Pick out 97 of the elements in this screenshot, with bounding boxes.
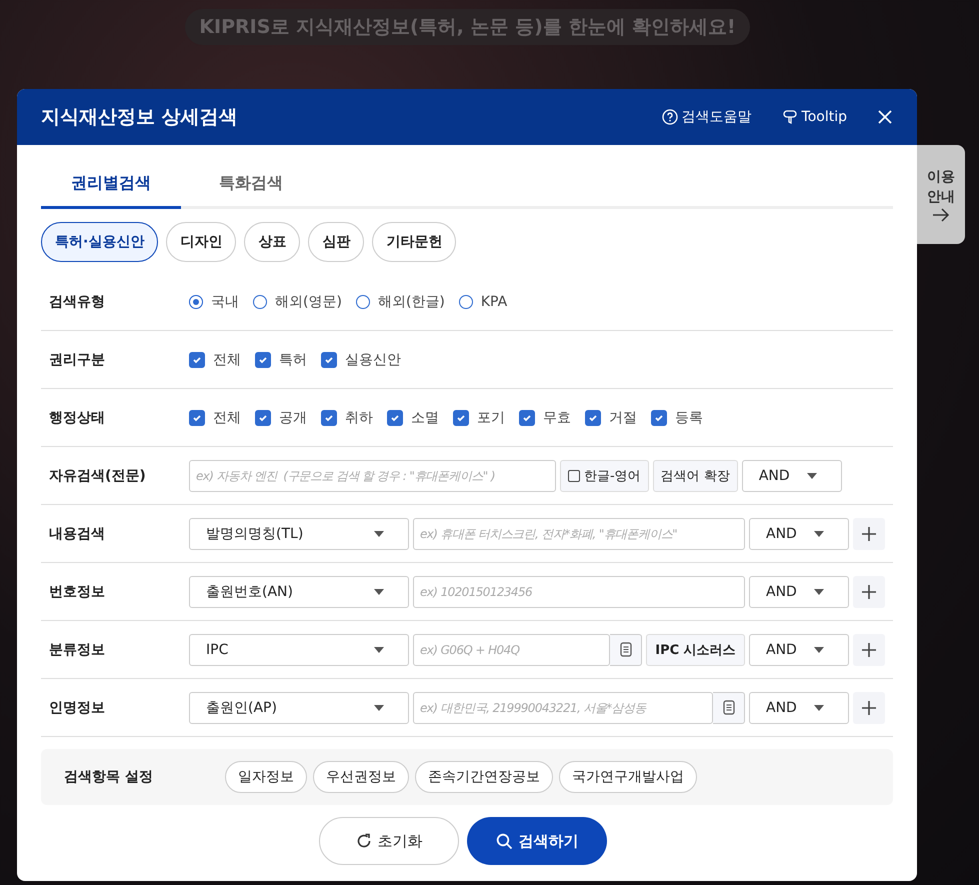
settings-chip[interactable]: 우선권정보 [313, 761, 409, 793]
operator-select[interactable]: AND [749, 518, 849, 550]
search-button[interactable]: 검색하기 [467, 817, 607, 865]
language-toggle[interactable]: 한글-영어 [560, 460, 649, 492]
category-chip[interactable]: 상표 [244, 222, 300, 262]
operator-select[interactable]: AND [749, 576, 849, 608]
dialog-title: 지식재산정보 상세검색 [41, 105, 239, 130]
checkbox[interactable] [321, 352, 337, 368]
add-icon[interactable] [853, 634, 885, 666]
check-icon [588, 412, 598, 422]
search-field[interactable]: ex) G06Q + H04Q [413, 634, 610, 666]
option-label: 무효 [543, 408, 571, 426]
option-label: KPA [480, 294, 508, 310]
arrow-icon [932, 208, 950, 222]
checkbox[interactable] [255, 352, 271, 368]
search-field[interactable]: ex) 대한민국, 219990043221, 서울*삼성동 [413, 692, 713, 724]
row-label: 내용검색 [49, 524, 106, 542]
category-chip[interactable]: 심판 [308, 222, 364, 262]
option-label: 등록 [675, 408, 703, 426]
option-label: 취하 [345, 408, 373, 426]
check-icon [192, 354, 202, 364]
field-select[interactable]: 발명의명칭(TL) [189, 518, 409, 550]
field-select[interactable]: 출원인(AP) [189, 692, 409, 724]
row-label: 인명정보 [49, 698, 106, 716]
search-field[interactable]: ex) 휴대폰 터치스크린, 전자*화폐, "휴대폰케이스" [413, 518, 745, 550]
settings-chip[interactable]: 국가연구개발사업 [559, 761, 697, 793]
option-label: 거절 [609, 408, 637, 426]
radio-button[interactable] [189, 294, 203, 308]
option-label: 특허 [279, 350, 307, 368]
row-label: 검색유형 [49, 292, 106, 310]
operator-select[interactable]: AND [749, 634, 849, 666]
thesaurus-button[interactable]: IPC 시소러스 [646, 634, 745, 666]
field-select[interactable]: IPC [189, 634, 409, 666]
guide-tab[interactable]: 이용 안내 [917, 145, 965, 244]
check-icon [654, 412, 664, 422]
add-icon[interactable] [853, 576, 885, 608]
radio-button[interactable] [458, 294, 473, 308]
row-label: 분류정보 [49, 640, 106, 658]
document-icon[interactable] [610, 634, 642, 666]
help-link[interactable]: 검색도움말 [662, 108, 752, 126]
operator-select[interactable]: AND [742, 460, 842, 492]
refresh-icon [356, 833, 372, 849]
banner-text: KIPRIS로 지식재산정보(특허, 논문 등)를 한눈에 확인하세요! [185, 9, 750, 45]
tooltip-toggle[interactable]: Tooltip [782, 109, 847, 125]
document-icon[interactable] [713, 692, 745, 724]
option-label: 공개 [279, 408, 307, 426]
radio-button[interactable] [356, 294, 370, 308]
check-icon [324, 412, 334, 422]
settings-chip[interactable]: 일자정보 [225, 761, 307, 793]
option-label: 전체 [213, 408, 241, 426]
search-field[interactable]: ex) 1020150123456 [413, 576, 745, 608]
check-icon [456, 412, 466, 422]
row-label: 행정상태 [49, 408, 106, 426]
option-label: 소멸 [411, 408, 439, 426]
help-icon [662, 109, 678, 125]
reset-button[interactable]: 초기화 [319, 817, 459, 865]
field-select[interactable]: 출원번호(AN) [189, 576, 409, 608]
row-label: 권리구분 [49, 350, 106, 368]
tab[interactable]: 권리별검색 [41, 160, 181, 209]
check-icon [258, 354, 268, 364]
checkbox[interactable] [189, 410, 205, 426]
settings-label: 검색항목 설정 [64, 768, 154, 786]
check-icon [324, 354, 334, 364]
category-chip[interactable]: 기타문헌 [372, 222, 456, 262]
category-chip[interactable]: 특허·실용신안 [41, 222, 158, 262]
option-label: 전체 [213, 350, 241, 368]
search-icon [496, 832, 512, 850]
check-icon [192, 412, 202, 422]
checkbox[interactable] [453, 410, 469, 426]
option-label: 해외(영문) [275, 292, 342, 310]
checkbox[interactable] [189, 352, 205, 368]
checkbox[interactable] [651, 410, 667, 426]
option-label: 포기 [477, 408, 505, 426]
tab[interactable]: 특화검색 [181, 160, 321, 209]
checkbox[interactable] [387, 410, 403, 426]
close-button[interactable] [877, 109, 893, 125]
option-label: 실용신안 [345, 350, 401, 368]
row-label: 자유검색(전문) [49, 466, 147, 484]
check-icon [522, 412, 532, 422]
checkbox[interactable] [321, 410, 337, 426]
check-icon [258, 412, 268, 422]
add-icon[interactable] [853, 692, 885, 724]
add-icon[interactable] [853, 518, 885, 550]
radio-button[interactable] [253, 294, 267, 308]
checkbox[interactable] [255, 410, 271, 426]
option-label: 국내 [211, 292, 239, 310]
checkbox[interactable] [519, 410, 535, 426]
category-chip[interactable]: 디자인 [166, 222, 236, 262]
tooltip-icon [782, 109, 798, 125]
operator-select[interactable]: AND [749, 692, 849, 724]
check-icon [390, 412, 400, 422]
expand-button[interactable]: 검색어 확장 [652, 460, 738, 492]
option-label: 해외(한글) [378, 292, 445, 310]
row-label: 번호정보 [49, 582, 106, 600]
search-field[interactable]: ex) 자동차 엔진 (구문으로 검색 할 경우 : "휴대폰케이스" ) [189, 460, 556, 492]
checkbox[interactable] [585, 410, 601, 426]
settings-chip[interactable]: 존속기간연장공보 [415, 761, 553, 793]
